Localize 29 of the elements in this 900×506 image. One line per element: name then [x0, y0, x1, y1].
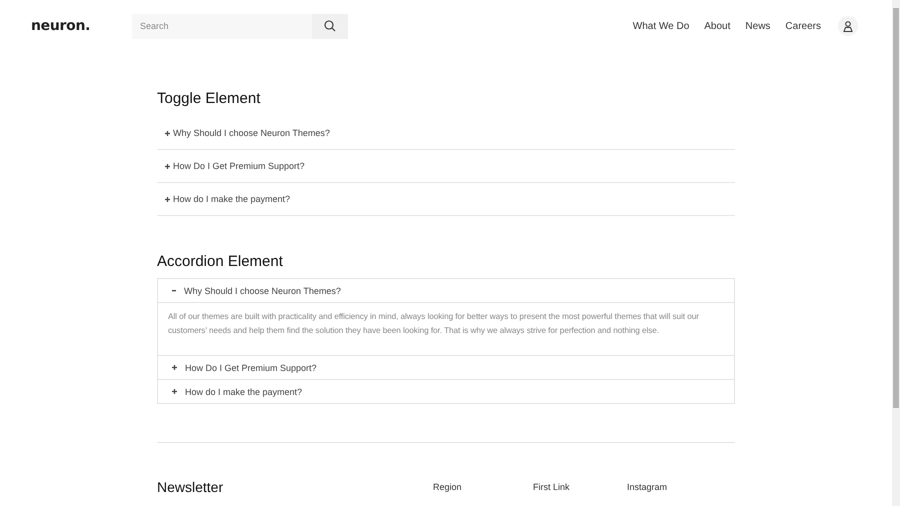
toggle-header[interactable]: How Do I Get Premium Support?: [157, 150, 735, 182]
section-title: Accordion Element: [157, 253, 284, 270]
search-button[interactable]: [312, 14, 348, 38]
nav-link[interactable]: Careers: [785, 20, 821, 32]
footer-link[interactable]: First Link: [533, 482, 627, 492]
plus-icon: [165, 164, 170, 168]
footer-link[interactable]: Region: [433, 482, 533, 492]
toggle-header[interactable]: How do I make the payment?: [157, 183, 735, 215]
footer-title: Newsletter: [157, 479, 224, 495]
scrollbar[interactable]: [892, 0, 900, 506]
footer-link[interactable]: Instagram: [627, 482, 727, 492]
accordion-header[interactable]: Why Should I choose Neuron Themes?: [158, 279, 734, 302]
nav-link[interactable]: News: [745, 20, 770, 32]
toggle-header[interactable]: Why Should I choose Neuron Themes?: [157, 117, 735, 149]
nav-link[interactable]: About: [704, 20, 730, 32]
minus-icon: [172, 290, 176, 292]
search-icon: [324, 20, 336, 32]
accordion-body-text: All of our themes are built with practicality and efficiency in mind, always looking for better ways to present the most powerful themes that will suit our customers’ needs and help them find the solution they have been looking for. That is why we always strive for perfection and nothing else.: [158, 302, 734, 355]
accordion-header[interactable]: How Do I Get Premium Support?: [158, 356, 734, 379]
plus-icon: [172, 389, 177, 394]
logo[interactable]: neuron.: [31, 18, 132, 34]
nav-link[interactable]: What We Do: [632, 20, 690, 32]
plus-icon: [172, 365, 177, 370]
user-icon[interactable]: [838, 16, 858, 36]
plus-icon: [165, 130, 170, 136]
search-field[interactable]: Search: [132, 14, 312, 38]
accordion-header[interactable]: How do I make the payment?: [158, 380, 734, 403]
section-title: Toggle Element: [157, 90, 262, 107]
plus-icon: [165, 196, 170, 202]
